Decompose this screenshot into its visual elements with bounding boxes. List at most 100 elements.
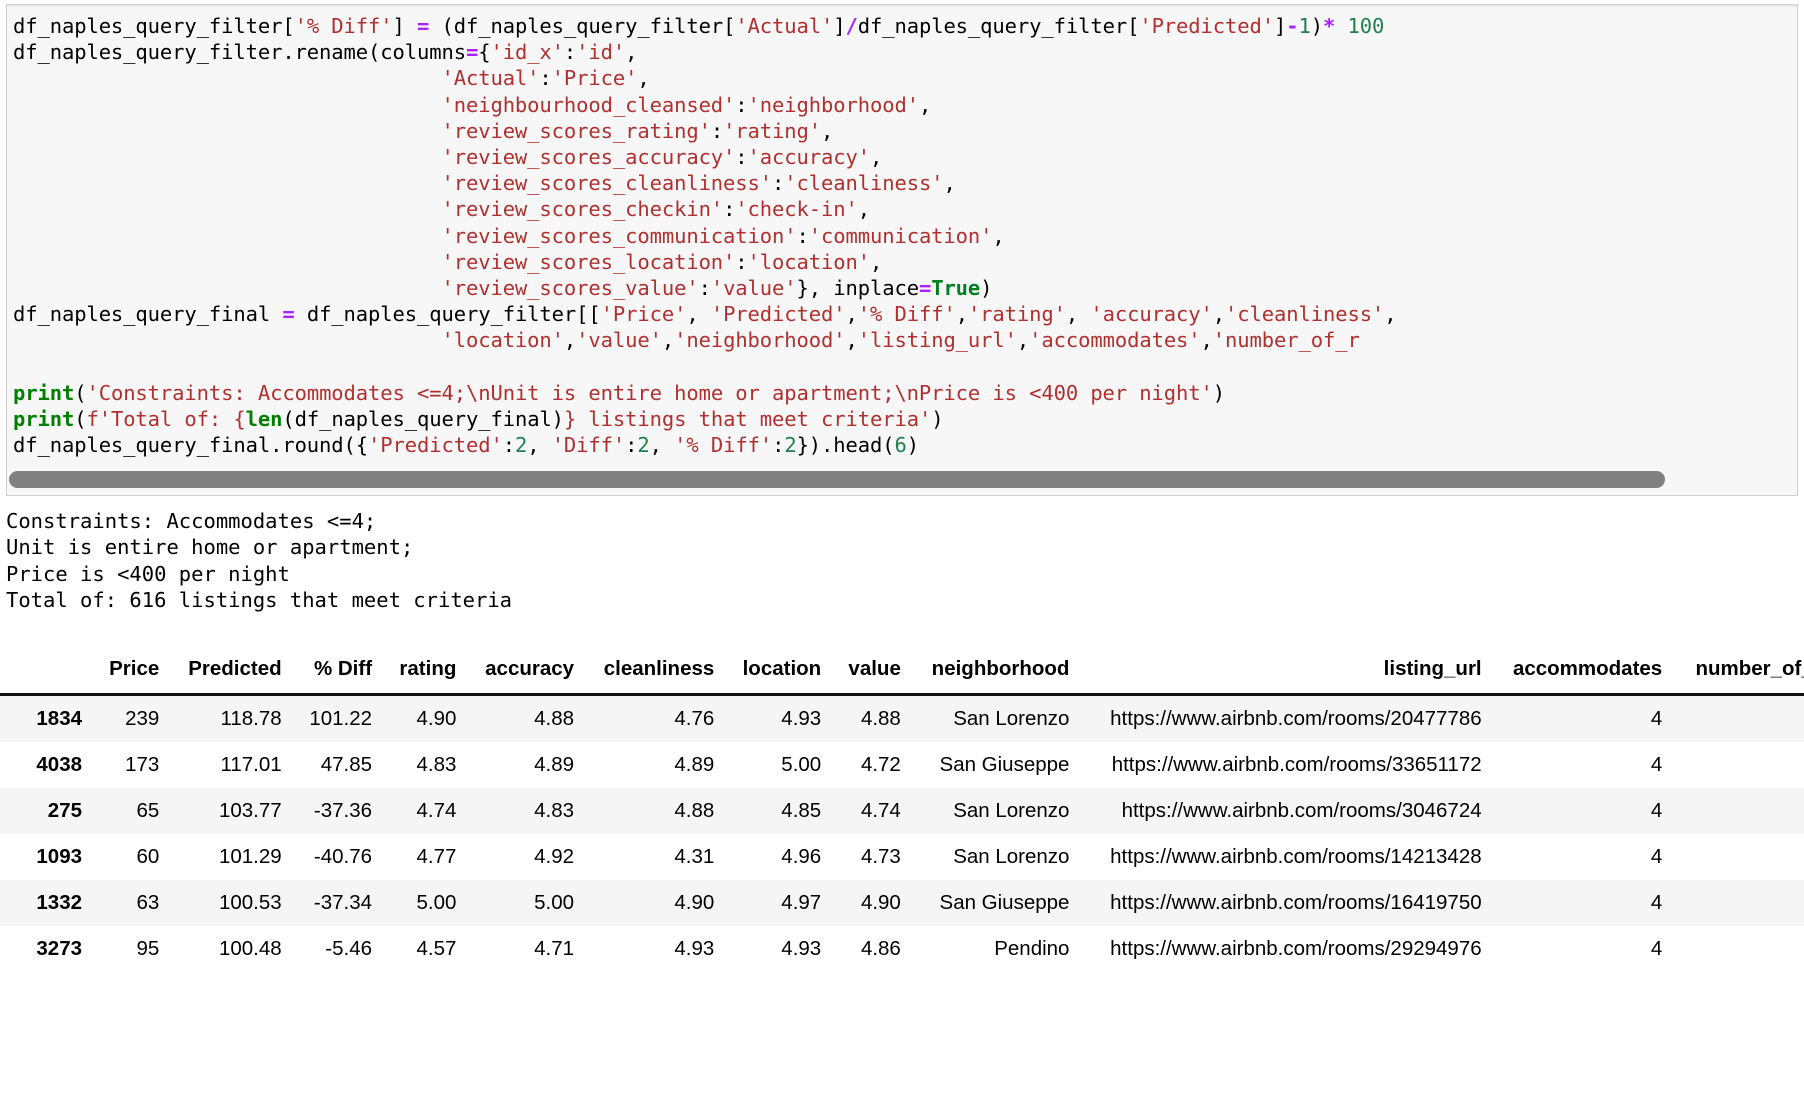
cell-location: 5.00	[781, 753, 822, 777]
code-token-plain: df_naples_query_final	[13, 302, 271, 327]
column-header-price: Price	[94, 651, 172, 697]
column-header-diff: % Diff	[293, 651, 385, 697]
code-token-str: f'Total of: {	[86, 407, 246, 432]
row-index: 1093	[36, 845, 82, 869]
code-token-str: 'Price'	[600, 302, 687, 327]
column-header-listing_url: listing_url	[1081, 651, 1494, 697]
cell-accommodates: 4	[1650, 937, 1663, 961]
code-token-plain: ,	[649, 433, 675, 458]
cell-listing_url: https://www.airbnb.com/rooms/20477786	[1110, 707, 1482, 731]
code-token-num: 2	[637, 433, 650, 458]
cell-rating: 4.74	[416, 799, 457, 823]
code-token-str: 'cleanliness'	[1225, 302, 1385, 327]
code-token-plain: (df_naples_query_filter[	[441, 14, 736, 38]
cell-accommodates: 4	[1650, 891, 1663, 915]
code-token-plain: ,	[857, 197, 870, 222]
code-cell[interactable]: df_naples_query_filter['% Diff'] = (df_n…	[6, 4, 1798, 496]
code-token-plain: df_naples_query_filter[	[13, 14, 295, 38]
code-token-str: 'Predicted'	[368, 433, 503, 458]
cell-predicted: 100.53	[218, 891, 282, 915]
horizontal-scrollbar-track[interactable]	[9, 471, 1795, 488]
code-token-plain: }).head(	[796, 433, 895, 458]
output-line: Unit is entire home or apartment;	[6, 535, 414, 560]
code-token-str: 'communication'	[808, 223, 993, 248]
code-token-str: 'Price'	[551, 66, 638, 91]
cell-predicted: 103.77	[218, 799, 282, 823]
cell-accuracy: 5.00	[534, 891, 575, 915]
cell-value: 4.72	[860, 753, 901, 777]
code-token-str: 'listing_url'	[857, 328, 1017, 353]
code-token-num: 2	[784, 433, 797, 458]
code-token-str: } listings that meet criteria'	[563, 407, 932, 432]
cell-cleanliness: 4.93	[674, 937, 715, 961]
code-token-str: 'review_scores_rating'	[441, 118, 711, 143]
code-token-str: 'rating'	[723, 118, 821, 143]
table-row[interactable]: 1834 239 118.78 101.22 4.90 4.88 4.76 4.93 4.88 S…	[0, 694, 1804, 743]
code-token-str: 'review_scores_checkin'	[441, 197, 724, 222]
code-token-plain: :	[710, 118, 724, 143]
cell-price: 60	[136, 845, 160, 869]
code-token-str: 'check-in'	[735, 197, 858, 222]
code-token-str: 'value'	[576, 328, 662, 353]
cell-price: 95	[136, 937, 160, 961]
cell-predicted: 100.48	[218, 937, 282, 961]
column-header-location: location	[726, 651, 834, 697]
code-token-plain: ,	[845, 302, 858, 327]
code-token-str: 'neighbourhood_cleansed'	[441, 92, 736, 117]
code-token-plain: ,	[1212, 302, 1226, 327]
cell-neighborhood: San Lorenzo	[953, 707, 1070, 731]
cell-cleanliness: 4.76	[674, 707, 715, 731]
cell-location: 4.96	[781, 845, 822, 869]
code-token-plain: :	[698, 276, 711, 301]
cell-value: 4.90	[860, 891, 901, 915]
cell-price: 65	[136, 799, 160, 823]
cell-cleanliness: 4.31	[674, 845, 715, 869]
row-index: 4038	[36, 753, 82, 777]
code-token-plain: ,	[625, 40, 638, 65]
code-token-str: 'review_scores_location'	[441, 249, 736, 274]
cell-accuracy: 4.89	[534, 753, 575, 777]
code-token-str: 'number_of_r	[1212, 328, 1360, 353]
table-row[interactable]: 275 65 103.77 -37.36 4.74 4.83 4.88 4.85 4.74 San…	[0, 788, 1804, 835]
code-token-plain: df_naples_query_filter[	[857, 14, 1140, 38]
code-editor-area[interactable]: df_naples_query_filter['% Diff'] = (df_n…	[7, 13, 1797, 465]
code-token-plain: ,	[845, 328, 858, 353]
dataframe-output[interactable]: Price Predicted% Diff rating accuracy cleanl…	[0, 651, 1804, 1001]
table-row[interactable]: 3273 95 100.48 -5.46 4.57 4.71 4.93 4.93 4.86 Pen…	[0, 926, 1804, 973]
cell-location: 4.97	[781, 891, 822, 915]
code-token-plain: :	[502, 433, 515, 458]
table-row[interactable]: 4038 173 117.01 47.85 4.83 4.89 4.89 5.00 4.72 Sa…	[0, 742, 1804, 789]
horizontal-scrollbar-thumb[interactable]	[9, 471, 1665, 488]
cell-listing_url: https://www.airbnb.com/rooms/3046724	[1121, 799, 1482, 823]
code-token-op: /	[845, 14, 858, 38]
python-source-code[interactable]: df_naples_query_filter['% Diff'] = (df_n…	[7, 13, 1797, 458]
table-header-row: Price Predicted% Diff rating accuracy cleanl…	[0, 651, 1804, 697]
code-token-plain: )	[1310, 14, 1323, 38]
code-token-str: 'id'	[576, 40, 626, 65]
cell-number_of_reviews	[1674, 788, 1804, 834]
column-header-value: value	[833, 651, 913, 697]
table-row[interactable]: 1332 63 100.53 -37.34 5.00 5.00 4.90 4.97 4.90 Sa…	[0, 880, 1804, 927]
cell-number_of_reviews	[1674, 880, 1804, 926]
cell-number_of_reviews	[1674, 742, 1804, 788]
cell-value: 4.86	[860, 937, 901, 961]
code-token-plain: ,	[563, 328, 577, 353]
table-row[interactable]: 1093 60 101.29 -40.76 4.77 4.92 4.31 4.96 4.73 Sa…	[0, 834, 1804, 881]
code-token-plain: (	[74, 407, 87, 432]
code-token-plain: ]	[1274, 14, 1287, 38]
code-token-num: 2	[514, 433, 528, 458]
code-token-plain: )	[931, 407, 944, 432]
code-token-num: 1	[1298, 14, 1311, 38]
column-header-predicted: Predicted	[171, 651, 294, 697]
cell-cleanliness: 4.89	[674, 753, 715, 777]
cell-neighborhood: San Lorenzo	[953, 845, 1070, 869]
row-index: 275	[47, 799, 82, 823]
code-token-plain: (	[74, 380, 87, 405]
code-token-op: =	[918, 276, 932, 301]
cell-predicted: 101.29	[218, 845, 282, 869]
code-token-op: =	[270, 302, 307, 327]
